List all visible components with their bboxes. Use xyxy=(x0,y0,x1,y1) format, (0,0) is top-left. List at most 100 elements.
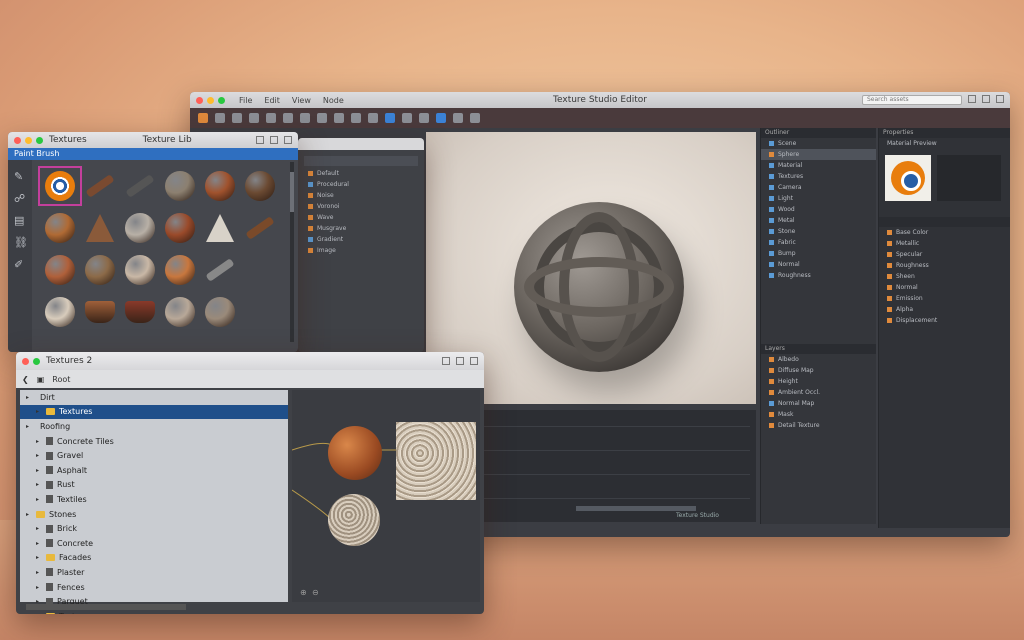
property-item[interactable]: Alpha xyxy=(879,304,1010,315)
tree-item[interactable]: ▸ Facades xyxy=(20,551,288,566)
paint-brush-tab[interactable]: Paint Brush xyxy=(8,148,298,160)
property-item[interactable]: Metallic xyxy=(879,238,1010,249)
tree-item[interactable]: ▸ Dirt xyxy=(20,390,288,405)
texture-scrollbar[interactable] xyxy=(290,162,294,342)
list-item[interactable]: Image xyxy=(298,245,424,256)
texture-swatch[interactable] xyxy=(120,210,160,246)
outliner-item[interactable]: Textures xyxy=(761,171,876,182)
texture-swatch[interactable] xyxy=(200,252,240,288)
select-tool-icon[interactable] xyxy=(198,113,208,123)
cursor-tool-icon[interactable] xyxy=(317,113,327,123)
maximize-button[interactable] xyxy=(33,357,40,365)
property-item[interactable]: Displacement xyxy=(879,315,1010,326)
brush-icon[interactable]: ✎ xyxy=(14,170,26,183)
expand-icon[interactable]: ▸ xyxy=(36,408,42,415)
texture-swatch[interactable] xyxy=(200,168,240,204)
expand-icon[interactable]: ▸ xyxy=(26,394,32,401)
material-preview[interactable] xyxy=(885,155,931,201)
tree-item[interactable]: ▸ Roofing xyxy=(20,419,288,434)
outliner-item[interactable]: Scene xyxy=(761,138,876,149)
restore-icon[interactable] xyxy=(456,357,464,365)
outliner-item[interactable]: Normal xyxy=(761,259,876,270)
texture-swatch[interactable] xyxy=(80,210,120,246)
outliner-item[interactable]: Roughness xyxy=(761,270,876,281)
property-item[interactable]: Roughness xyxy=(879,260,1010,271)
tree-item[interactable]: ▸ Concrete xyxy=(20,536,288,551)
zoom-out-icon[interactable]: ⊖ xyxy=(312,588,319,597)
tree-item[interactable]: ▸ Stones xyxy=(20,507,288,522)
property-item[interactable]: Sheen xyxy=(879,271,1010,282)
expand-icon[interactable]: ▸ xyxy=(36,467,42,474)
texture-swatch[interactable] xyxy=(160,168,200,204)
close-icon[interactable] xyxy=(470,357,478,365)
back-icon[interactable]: ❮ xyxy=(22,375,29,384)
outliner-item[interactable]: Metal xyxy=(761,215,876,226)
property-item[interactable]: Base Color xyxy=(879,227,1010,238)
eyedropper-icon[interactable]: ✐ xyxy=(14,258,26,271)
rotate-tool-icon[interactable] xyxy=(232,113,242,123)
overlay-icon[interactable] xyxy=(419,113,429,123)
outliner-item[interactable]: Wood xyxy=(761,204,876,215)
tree-item[interactable]: ▸ Plaster xyxy=(20,565,288,580)
gravel-node[interactable] xyxy=(328,494,380,546)
shading-icon[interactable] xyxy=(385,113,395,123)
list-item[interactable]: Musgrave xyxy=(298,223,424,234)
texture-swatch[interactable] xyxy=(160,210,200,246)
expand-icon[interactable]: ▸ xyxy=(36,496,42,503)
annotate-tool-icon[interactable] xyxy=(283,113,293,123)
close-button[interactable] xyxy=(22,357,29,365)
minimize-icon[interactable] xyxy=(442,357,450,365)
outliner-item[interactable]: Light xyxy=(761,193,876,204)
node-editor[interactable]: ⊕ ⊖ xyxy=(292,390,480,602)
layer-item[interactable]: Height xyxy=(761,376,876,387)
outliner-item[interactable]: Stone xyxy=(761,226,876,237)
list-item[interactable]: Procedural xyxy=(298,179,424,190)
list-item[interactable]: Default xyxy=(298,168,424,179)
expand-icon[interactable]: ▸ xyxy=(36,438,42,445)
camera-icon[interactable] xyxy=(453,113,463,123)
list-item[interactable]: Gradient xyxy=(298,234,424,245)
expand-icon[interactable]: ▸ xyxy=(36,540,42,547)
texture-swatch[interactable] xyxy=(240,168,280,204)
layer-item[interactable]: Ambient Occl. xyxy=(761,387,876,398)
light-icon[interactable] xyxy=(470,113,480,123)
tree-item[interactable]: ▸ Asphalt xyxy=(20,463,288,478)
tree-item[interactable]: ▸ Textures xyxy=(20,404,288,420)
link-icon[interactable]: ☍ xyxy=(14,192,26,205)
wood-node[interactable] xyxy=(328,426,382,480)
property-item[interactable]: Specular xyxy=(879,249,1010,260)
texture-swatch[interactable] xyxy=(240,210,280,246)
texture-swatch[interactable] xyxy=(200,294,240,330)
outliner-item[interactable]: Bump xyxy=(761,248,876,259)
texture-swatch[interactable] xyxy=(80,168,120,204)
texture-swatch[interactable] xyxy=(240,294,280,330)
expand-icon[interactable]: ▸ xyxy=(36,569,42,576)
expand-icon[interactable]: ▸ xyxy=(36,481,42,488)
scale-tool-icon[interactable] xyxy=(249,113,259,123)
minimize-icon[interactable] xyxy=(256,136,264,144)
texture-swatch[interactable] xyxy=(40,210,80,246)
expand-icon[interactable]: ▸ xyxy=(26,423,32,430)
list-item[interactable]: Noise xyxy=(298,190,424,201)
tree-item[interactable]: ▸ Concrete Tiles xyxy=(20,434,288,449)
expand-icon[interactable]: ▸ xyxy=(36,613,42,614)
wireframe-icon[interactable] xyxy=(402,113,412,123)
expand-icon[interactable]: ▸ xyxy=(36,584,42,591)
expand-icon[interactable]: ▸ xyxy=(36,554,42,561)
texture-swatch[interactable] xyxy=(38,166,82,206)
move-tool-icon[interactable] xyxy=(215,113,225,123)
transform-tool-icon[interactable] xyxy=(266,113,276,123)
texture-output-node[interactable] xyxy=(396,422,476,500)
texture-swatch[interactable] xyxy=(80,294,120,330)
zoom-in-icon[interactable]: ⊕ xyxy=(300,588,307,597)
render-icon[interactable] xyxy=(436,113,446,123)
property-item[interactable]: Normal xyxy=(879,282,1010,293)
close-button[interactable] xyxy=(14,136,21,144)
restore-icon[interactable] xyxy=(270,136,278,144)
sphere-model[interactable] xyxy=(514,202,684,372)
texture-swatch[interactable] xyxy=(160,294,200,330)
outliner-item[interactable]: Fabric xyxy=(761,237,876,248)
texture-swatch[interactable] xyxy=(80,252,120,288)
tree-item[interactable]: ▸ Brick xyxy=(20,521,288,536)
layer-item[interactable]: Mask xyxy=(761,409,876,420)
